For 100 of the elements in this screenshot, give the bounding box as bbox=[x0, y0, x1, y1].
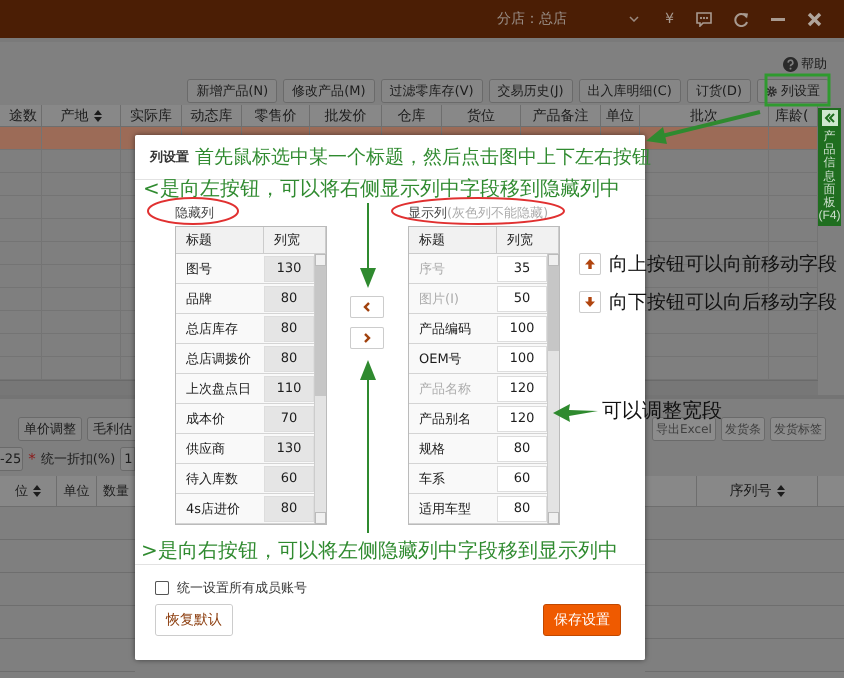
scrollbar[interactable] bbox=[314, 254, 326, 524]
width-field[interactable]: 80 bbox=[264, 316, 314, 342]
sort-icon[interactable] bbox=[776, 485, 784, 497]
toolbar-button[interactable]: 出入库明细(C) bbox=[578, 79, 681, 103]
chat-icon[interactable] bbox=[696, 12, 712, 26]
column-header[interactable]: 单位 bbox=[57, 476, 97, 506]
column-label: 动态库 bbox=[190, 106, 232, 125]
width-field[interactable]: 35 bbox=[497, 256, 547, 282]
column-name[interactable]: 车系 bbox=[409, 470, 497, 488]
width-field[interactable]: 80 bbox=[264, 346, 314, 372]
column-name[interactable]: 4s店进价 bbox=[176, 500, 264, 518]
width-field[interactable]: 50 bbox=[497, 286, 547, 312]
width-field[interactable]: 80 bbox=[264, 286, 314, 312]
move-down-button[interactable] bbox=[579, 291, 601, 313]
column-header[interactable]: 仓库 bbox=[382, 105, 442, 126]
column-header[interactable]: 零售价 bbox=[242, 105, 310, 126]
reset-button[interactable]: 恢复默认 bbox=[155, 604, 233, 636]
sort-icon[interactable] bbox=[33, 485, 41, 497]
column-name[interactable]: 规格 bbox=[409, 440, 497, 458]
side-panel-label: 产品信息面板(F4) bbox=[818, 130, 841, 222]
column-label: 单位 bbox=[64, 483, 90, 500]
width-field[interactable]: 120 bbox=[497, 406, 547, 432]
save-button[interactable]: 保存设置 bbox=[543, 604, 621, 636]
column-label: 仓库 bbox=[398, 106, 426, 125]
column-name[interactable]: 适用车型 bbox=[409, 500, 497, 518]
column-label: 库龄( bbox=[775, 106, 808, 125]
column-header[interactable]: 产品备注 bbox=[521, 105, 601, 126]
column-name[interactable]: 产品编码 bbox=[409, 320, 497, 338]
column-name[interactable]: 总店调拨价 bbox=[176, 350, 264, 368]
refresh-icon[interactable] bbox=[734, 12, 749, 26]
column-label: 产地 bbox=[60, 106, 88, 125]
width-field[interactable]: 60 bbox=[497, 466, 547, 492]
width-field[interactable]: 100 bbox=[497, 346, 547, 372]
dialog-title: 列设置 bbox=[150, 149, 189, 166]
toolbar-button[interactable]: 列设置 bbox=[757, 79, 829, 103]
column-label: 位 bbox=[15, 483, 28, 500]
help-link[interactable]: 帮助 bbox=[801, 55, 827, 73]
toolbar-button[interactable]: 订货(D) bbox=[686, 79, 751, 103]
column-label: 序列号 bbox=[730, 482, 772, 500]
checkbox-label[interactable]: 统一设置所有成员账号 bbox=[177, 579, 307, 597]
toolbar-button[interactable]: 新增产品(N) bbox=[187, 79, 278, 103]
column-label: 途数 bbox=[9, 106, 37, 125]
width-field[interactable]: 70 bbox=[264, 406, 314, 432]
width-field[interactable]: 80 bbox=[497, 436, 547, 462]
width-field[interactable]: 100 bbox=[497, 316, 547, 342]
sort-icon[interactable] bbox=[94, 110, 102, 122]
instruction-note: >是向右按钮，可以将左侧隐藏列中字段移到显示列中 bbox=[141, 538, 618, 562]
column-label: 单位 bbox=[606, 106, 634, 125]
column-header[interactable]: 动态库 bbox=[182, 105, 242, 126]
side-panel[interactable]: 产品信息面板(F4) bbox=[818, 108, 841, 226]
move-left-button[interactable] bbox=[350, 296, 384, 318]
move-up-button[interactable] bbox=[579, 253, 601, 275]
column-label: 实际库 bbox=[130, 106, 172, 125]
column-header[interactable]: 实际库 bbox=[121, 105, 182, 126]
toolbar-button[interactable]: 毛利估 bbox=[87, 417, 138, 441]
width-field[interactable]: 120 bbox=[497, 376, 547, 402]
column-name[interactable]: OEM号 bbox=[409, 350, 497, 368]
scrollbar[interactable] bbox=[547, 254, 559, 524]
date-field[interactable]: -25 bbox=[0, 447, 24, 471]
column-name[interactable]: 待入库数 bbox=[176, 470, 264, 488]
discount-label: 统一折扣(%) bbox=[40, 451, 116, 468]
column-label: 数量 bbox=[103, 483, 129, 500]
list-hint: (灰色列不能隐藏) bbox=[447, 204, 548, 222]
currency-button[interactable]: ¥ bbox=[665, 11, 674, 27]
column-header[interactable]: 批发价 bbox=[310, 105, 382, 126]
move-right-button[interactable] bbox=[350, 327, 384, 349]
column-label: 零售价 bbox=[254, 106, 296, 125]
width-field[interactable]: 130 bbox=[264, 256, 314, 282]
width-field[interactable]: 60 bbox=[264, 466, 314, 492]
toolbar-button[interactable]: 单价调整 bbox=[18, 417, 82, 441]
column-name[interactable]: 供应商 bbox=[176, 440, 264, 458]
caret-icon[interactable] bbox=[629, 16, 640, 22]
width-field[interactable]: 130 bbox=[264, 436, 314, 462]
column-name[interactable]: 产品别名 bbox=[409, 410, 497, 428]
checkbox[interactable] bbox=[155, 581, 169, 595]
chevron-right-icon bbox=[363, 333, 371, 343]
discount-field[interactable]: 1 bbox=[120, 447, 135, 471]
instruction-note: <是向左按钮，可以将右侧显示列中字段移到隐藏列中 bbox=[143, 176, 620, 200]
toolbar-button[interactable]: 过滤零库存(V) bbox=[380, 79, 483, 103]
column-name[interactable]: 图号 bbox=[176, 260, 264, 278]
column-header[interactable]: 位 bbox=[0, 476, 57, 506]
column-name[interactable]: 成本价 bbox=[176, 410, 264, 428]
column-header[interactable]: 货位 bbox=[442, 105, 521, 126]
column-header[interactable]: 单位 bbox=[601, 105, 640, 126]
help-icon[interactable] bbox=[783, 56, 798, 72]
width-field[interactable]: 80 bbox=[497, 496, 547, 522]
required-mark: * bbox=[28, 450, 36, 468]
close-icon[interactable] bbox=[807, 12, 822, 26]
column-name[interactable]: 上次盘点日 bbox=[176, 380, 264, 398]
column-header[interactable]: 产地 bbox=[42, 105, 121, 126]
column-name[interactable]: 品牌 bbox=[176, 290, 264, 308]
column-header[interactable]: 途数 bbox=[0, 105, 42, 126]
width-field[interactable]: 80 bbox=[264, 496, 314, 522]
width-field[interactable]: 110 bbox=[264, 376, 314, 402]
column-name[interactable]: 总店库存 bbox=[176, 320, 264, 338]
collapse-icon[interactable] bbox=[822, 110, 838, 126]
toolbar-button[interactable]: 修改产品(M) bbox=[283, 79, 375, 103]
column-header[interactable]: 批次 bbox=[640, 105, 769, 126]
chevron-left-icon bbox=[363, 302, 371, 312]
toolbar-button[interactable]: 交易历史(J) bbox=[488, 79, 573, 103]
